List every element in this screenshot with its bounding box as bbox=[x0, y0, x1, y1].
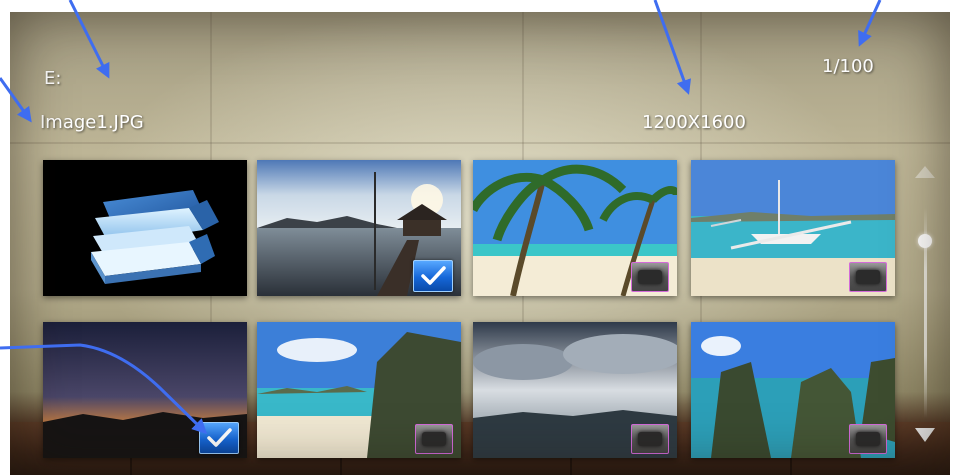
unchecked-checkbox[interactable] bbox=[849, 262, 887, 292]
unchecked-checkbox[interactable] bbox=[631, 424, 669, 454]
checked-checkbox[interactable] bbox=[413, 260, 453, 292]
checkmark-icon bbox=[421, 266, 446, 285]
triangle-down-icon[interactable] bbox=[913, 426, 937, 444]
thumbnail-folder[interactable] bbox=[43, 160, 247, 296]
checkmark-icon bbox=[207, 428, 232, 447]
triangle-up-icon[interactable] bbox=[913, 164, 937, 180]
thumbnail-dusk[interactable] bbox=[43, 322, 247, 458]
page-counter: 1/100 bbox=[822, 56, 874, 77]
scrollbar-thumb[interactable] bbox=[918, 234, 932, 248]
panel-seam bbox=[10, 142, 950, 144]
unchecked-checkbox[interactable] bbox=[849, 424, 887, 454]
thumbnail-cove[interactable] bbox=[257, 322, 461, 458]
thumbnail-pier[interactable] bbox=[257, 160, 461, 296]
drive-label: E: bbox=[44, 68, 62, 89]
unchecked-checkbox[interactable] bbox=[631, 262, 669, 292]
folder-stack-icon bbox=[91, 190, 219, 284]
checked-checkbox[interactable] bbox=[199, 422, 239, 454]
resolution-label: 1200X1600 bbox=[642, 112, 746, 133]
filename-label: Image1.JPG bbox=[40, 112, 144, 133]
thumbnail-boat[interactable] bbox=[691, 160, 895, 296]
unchecked-checkbox[interactable] bbox=[415, 424, 453, 454]
thumbnail-palm-beach[interactable] bbox=[473, 160, 677, 296]
thumbnail-cloudy-sea[interactable] bbox=[473, 322, 677, 458]
photo-viewer-screen: E: Image1.JPG 1200X1600 1/100 bbox=[10, 12, 950, 475]
thumbnail-lagoon[interactable] bbox=[691, 322, 895, 458]
